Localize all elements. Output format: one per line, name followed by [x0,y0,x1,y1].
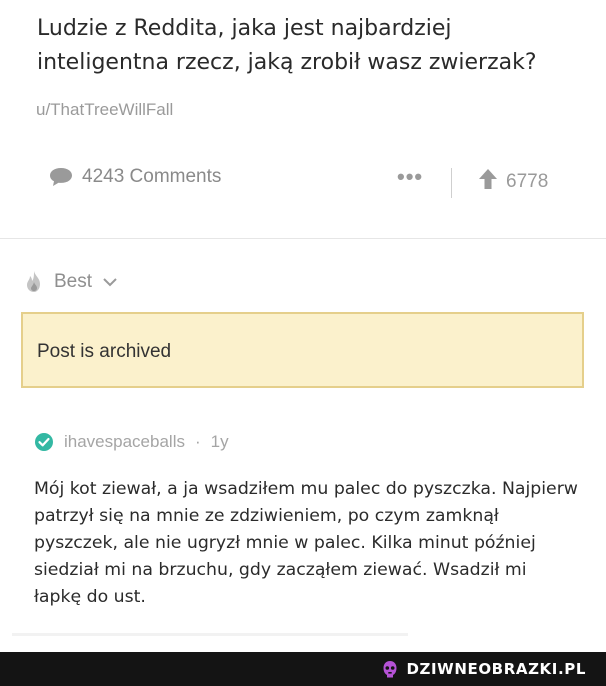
more-options-button[interactable]: ••• [397,164,423,190]
sort-label: Best [54,271,93,292]
post-author-link[interactable]: u/ThatTreeWillFall [36,100,173,120]
up-arrow-icon [478,168,498,196]
actions-divider [451,168,452,198]
comment-header: ihavespaceballs · 1y [34,432,229,452]
upvote-count: 6778 [506,171,549,192]
comment-text: Mój kot ziewał, a ja wsadziłem mu palec … [34,479,578,607]
upvote-button[interactable]: 6778 [478,168,548,196]
section-divider [0,238,606,239]
comment-author-link[interactable]: ihavespaceballs [64,432,185,452]
archived-notice-text: Post is archived [37,341,172,362]
flame-icon [24,270,44,294]
watermark: DZIWNEOBRAZKI.PL [382,657,590,681]
sort-selector[interactable]: Best [24,270,118,294]
check-circle-icon [34,432,54,452]
comment-bottom-divider [12,633,408,636]
comment-age: 1y [210,432,229,451]
speech-bubble-icon [48,166,74,188]
chevron-down-icon [102,276,118,288]
watermark-text: DZIWNEOBRAZKI.PL [406,660,586,678]
comments-button[interactable]: 4243 Comments [48,166,221,188]
post-title: Ludzie z Reddita, jaka jest najbardziej … [37,16,537,75]
comments-count: 4243 Comments [82,166,222,187]
post-actions-bar: 4243 Comments ••• 6778 [0,160,606,200]
archived-notice: Post is archived [21,312,584,388]
footer-bar: DZIWNEOBRAZKI.PL [0,652,606,686]
meta-separator: · [194,432,201,451]
watermark-logo-icon [382,660,398,678]
